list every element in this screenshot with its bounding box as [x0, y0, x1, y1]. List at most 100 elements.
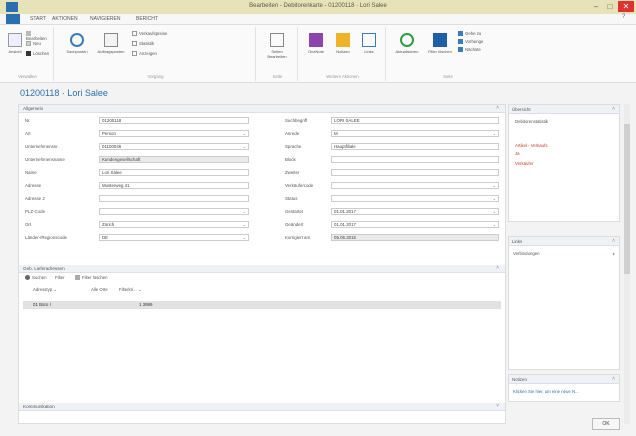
field-input-right-1[interactable]: M ⌄ — [331, 130, 499, 137]
scrollbar[interactable] — [624, 104, 630, 424]
new-note-link[interactable]: Klicken Sie hier, um eine neue N... — [513, 389, 579, 394]
scrollbar-thumb[interactable] — [624, 124, 630, 274]
field-label-right-6: Status — [285, 196, 298, 201]
communication-section-header[interactable]: Kommunikation ˅ — [19, 403, 505, 411]
field-input-right-3[interactable] — [331, 156, 499, 163]
edit-page-button[interactable]: Seiten Bearbeiten — [266, 33, 288, 59]
dropdown-icon[interactable]: ⌄ — [243, 144, 246, 150]
field-input-right-5[interactable]: ⌄ — [331, 182, 499, 189]
field-label-right-2: Sprache — [285, 144, 302, 149]
notes-button[interactable]: Notizen — [332, 33, 354, 54]
field-input-left-8[interactable]: Zürich ⌄ — [99, 221, 249, 228]
show-button[interactable]: Anzeigen — [132, 51, 157, 57]
field-input-right-0[interactable]: LORI SALEE — [331, 117, 499, 124]
dropdown-icon[interactable]: ⌄ — [493, 183, 496, 189]
field-input-right-6[interactable]: ⌄ — [331, 195, 499, 202]
previous-button[interactable]: Vorherige — [458, 39, 483, 45]
statistics-button[interactable]: Statistik — [132, 41, 154, 47]
field-value: 01200118 — [102, 118, 122, 123]
field-input-left-5[interactable]: Musterweg 41 — [99, 182, 249, 189]
dropdown-icon[interactable]: ⌄ — [493, 209, 496, 215]
window-titlebar: Bearbeiten - Debitorenkarte - 01200118 ·… — [0, 0, 636, 14]
factbox-header[interactable]: Links ˄ — [509, 237, 619, 246]
dropdown-icon[interactable]: ⌄ — [243, 222, 246, 228]
field-label-left-4: Name — [25, 170, 37, 175]
filter-field-select[interactable]: Adresstyp ⌄ — [33, 287, 57, 293]
field-input-right-7[interactable]: 01.01.2017 ⌄ — [331, 208, 499, 215]
field-input-right-8[interactable]: 01.01.2017 ⌄ — [331, 221, 499, 228]
view-button[interactable]: Ansicht — [4, 33, 26, 54]
statistics-link[interactable]: Debitorenstatistik — [515, 119, 548, 124]
field-label-left-7: PLZ-Code — [25, 209, 46, 214]
onenote-button[interactable]: OneNote — [304, 33, 328, 54]
shipto-section-header[interactable]: Geb. Lieferadressen ˄ — [19, 265, 505, 273]
field-input-left-1[interactable]: Person ⌄ — [99, 130, 249, 137]
field-input-left-6[interactable] — [99, 195, 249, 202]
edit-button[interactable]: Bearbeiten — [26, 31, 53, 41]
links-icon — [362, 33, 376, 47]
general-section-header[interactable]: Allgemein ˄ — [19, 105, 505, 113]
dropdown-icon[interactable]: ⌄ — [493, 131, 496, 137]
field-input-left-4[interactable]: Lori Salee — [99, 169, 249, 176]
filter-value-input[interactable]: Filterkri... ⌄ — [119, 287, 141, 293]
dropdown-icon[interactable]: ⌄ — [493, 196, 496, 202]
field-label-right-9: Korrigiert am — [285, 235, 311, 240]
minimize-button[interactable]: – — [590, 1, 602, 12]
field-input-left-0[interactable]: 01200118 — [99, 117, 249, 124]
clear-filter-link[interactable]: Filter löschen — [75, 275, 108, 281]
collapse-icon: ˄ — [496, 265, 499, 271]
links-row[interactable]: Verbindungen — [513, 251, 540, 256]
goto-button[interactable]: Gehe zu — [458, 31, 481, 37]
goto-icon — [458, 31, 463, 37]
clear-filter-button[interactable]: Filter löschen — [428, 33, 452, 54]
tab-actions[interactable]: AKTIONEN — [52, 16, 78, 22]
tab-report[interactable]: BERICHT — [136, 16, 158, 22]
close-button[interactable]: ✕ — [618, 1, 634, 12]
new-icon — [26, 41, 31, 47]
dropdown-icon[interactable]: ⌄ — [243, 131, 246, 137]
field-label-right-4: Zweiter — [285, 170, 300, 175]
maximize-button[interactable]: □ — [604, 1, 616, 12]
factbox-header[interactable]: Notizen ˄ — [509, 375, 619, 384]
field-input-right-2[interactable]: Hauptfiliale — [331, 143, 499, 150]
notes-icon — [336, 33, 350, 47]
filter-button[interactable]: Filter — [55, 275, 65, 280]
links-button[interactable]: Links — [358, 33, 380, 54]
next-button[interactable]: Nächste — [458, 47, 481, 53]
field-input-right-4[interactable] — [331, 169, 499, 176]
onenote-icon — [309, 33, 323, 47]
ok-button[interactable]: OK — [592, 418, 620, 430]
app-icon[interactable] — [6, 2, 18, 12]
sales-prices-button[interactable]: Verkaufspreise — [132, 31, 167, 37]
tab-navigate[interactable]: NAVIGIEREN — [90, 16, 120, 22]
links-menu-icon[interactable]: ▸ — [613, 251, 615, 257]
refresh-button[interactable]: Aktualisieren — [392, 33, 422, 54]
file-button[interactable] — [6, 14, 20, 24]
field-label-left-3: Unternehmensname — [25, 157, 65, 162]
dropdown-icon[interactable]: ⌄ — [243, 235, 246, 241]
field-label-right-1: Anrede — [285, 131, 300, 136]
dropdown-icon[interactable]: ⌄ — [493, 222, 496, 228]
new-button[interactable]: Neu — [26, 41, 41, 47]
field-label-right-8: Geändert — [285, 222, 304, 227]
sales-link[interactable]: Artikel - Verkaufs — [515, 143, 547, 148]
field-input-left-7[interactable]: ⌄ — [99, 208, 249, 215]
ribbon-group-page2: Aktualisieren Filter löschen Gehe zu Vor… — [388, 27, 508, 81]
order-entries-button[interactable]: Auftragsposten — [96, 33, 126, 54]
field-value: Lori Salee — [102, 170, 122, 175]
salesperson-link[interactable]: Verkäufer — [515, 161, 533, 166]
help-icon[interactable]: ? — [622, 14, 625, 20]
field-input-left-3: Kundengesellschaft — [99, 156, 249, 163]
factbox-header[interactable]: Übersicht ˄ — [509, 105, 619, 114]
delete-button[interactable]: Löschen — [26, 51, 49, 57]
tab-start[interactable]: START — [30, 16, 46, 22]
dropdown-icon[interactable]: ⌄ — [243, 209, 246, 215]
search-button[interactable]: Suchen — [25, 275, 47, 281]
links-factbox: Links ˄ Verbindungen ▸ — [508, 236, 620, 370]
field-label-left-9: Länder-/Regionscode — [25, 235, 67, 240]
field-input-left-2[interactable]: 01100046 ⌄ — [99, 143, 249, 150]
ledger-entries-button[interactable]: Sachposten — [62, 33, 92, 54]
field-value: 05.05.2015 — [334, 235, 356, 240]
table-row[interactable]: 01 Büro I 1 3999 — [23, 301, 501, 309]
field-input-left-9[interactable]: DE ⌄ — [99, 234, 249, 241]
